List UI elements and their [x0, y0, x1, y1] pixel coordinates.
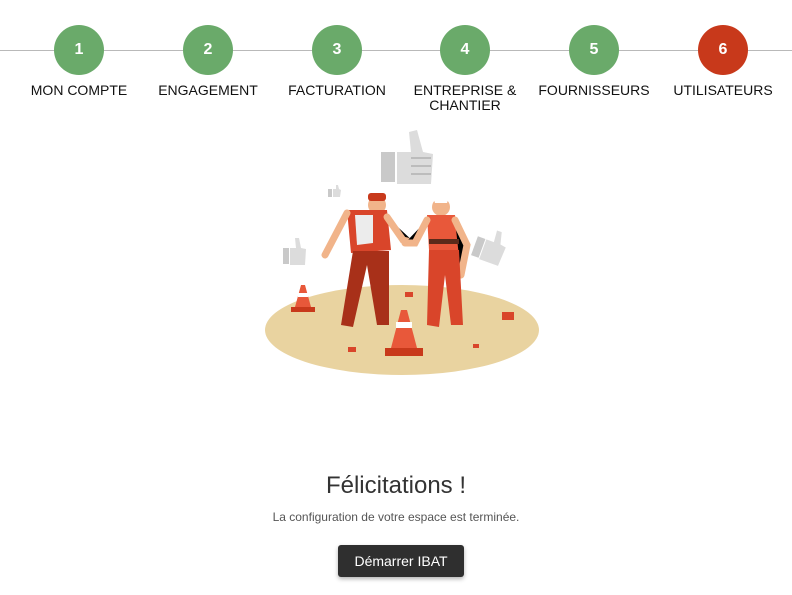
step-2-label: ENGAGEMENT	[158, 82, 258, 98]
construction-workers-handshake-illustration	[265, 130, 539, 375]
thumbs-up-icon	[471, 230, 506, 266]
step-5-label: FOURNISSEURS	[538, 82, 650, 98]
step-1-label: MON COMPTE	[30, 82, 128, 98]
brick	[502, 312, 514, 320]
step-2[interactable]: 2 ENGAGEMENT	[148, 25, 268, 98]
thumbs-up-icon	[283, 238, 306, 265]
step-1-circle: 1	[54, 25, 104, 75]
step-6[interactable]: 6 UTILISATEURS	[663, 25, 783, 98]
step-4-circle: 4	[440, 25, 490, 75]
step-5[interactable]: 5 FOURNISSEURS	[534, 25, 654, 98]
brick	[348, 347, 356, 352]
step-3-label: FACTURATION	[288, 82, 386, 98]
brick	[473, 344, 479, 348]
step-3-circle: 3	[312, 25, 362, 75]
page-subtitle: La configuration de votre espace est ter…	[272, 510, 520, 524]
step-2-circle: 2	[183, 25, 233, 75]
step-3[interactable]: 3 FACTURATION	[277, 25, 397, 98]
page-title: Félicitations !	[325, 472, 467, 499]
brick	[405, 292, 413, 297]
step-5-circle: 5	[569, 25, 619, 75]
step-4[interactable]: 4 ENTREPRISE & CHANTIER	[405, 25, 525, 113]
step-1[interactable]: 1 MON COMPTE	[19, 25, 139, 98]
start-ibat-button[interactable]: Démarrer IBAT	[338, 545, 464, 577]
step-6-circle: 6	[698, 25, 748, 75]
thumbs-up-icon	[328, 185, 341, 197]
thumbs-up-icon	[381, 130, 433, 184]
step-4-label: ENTREPRISE & CHANTIER	[413, 82, 517, 113]
step-6-label: UTILISATEURS	[673, 82, 773, 98]
stepper: 1 MON COMPTE 2 ENGAGEMENT 3 FACTURATION …	[0, 0, 792, 120]
